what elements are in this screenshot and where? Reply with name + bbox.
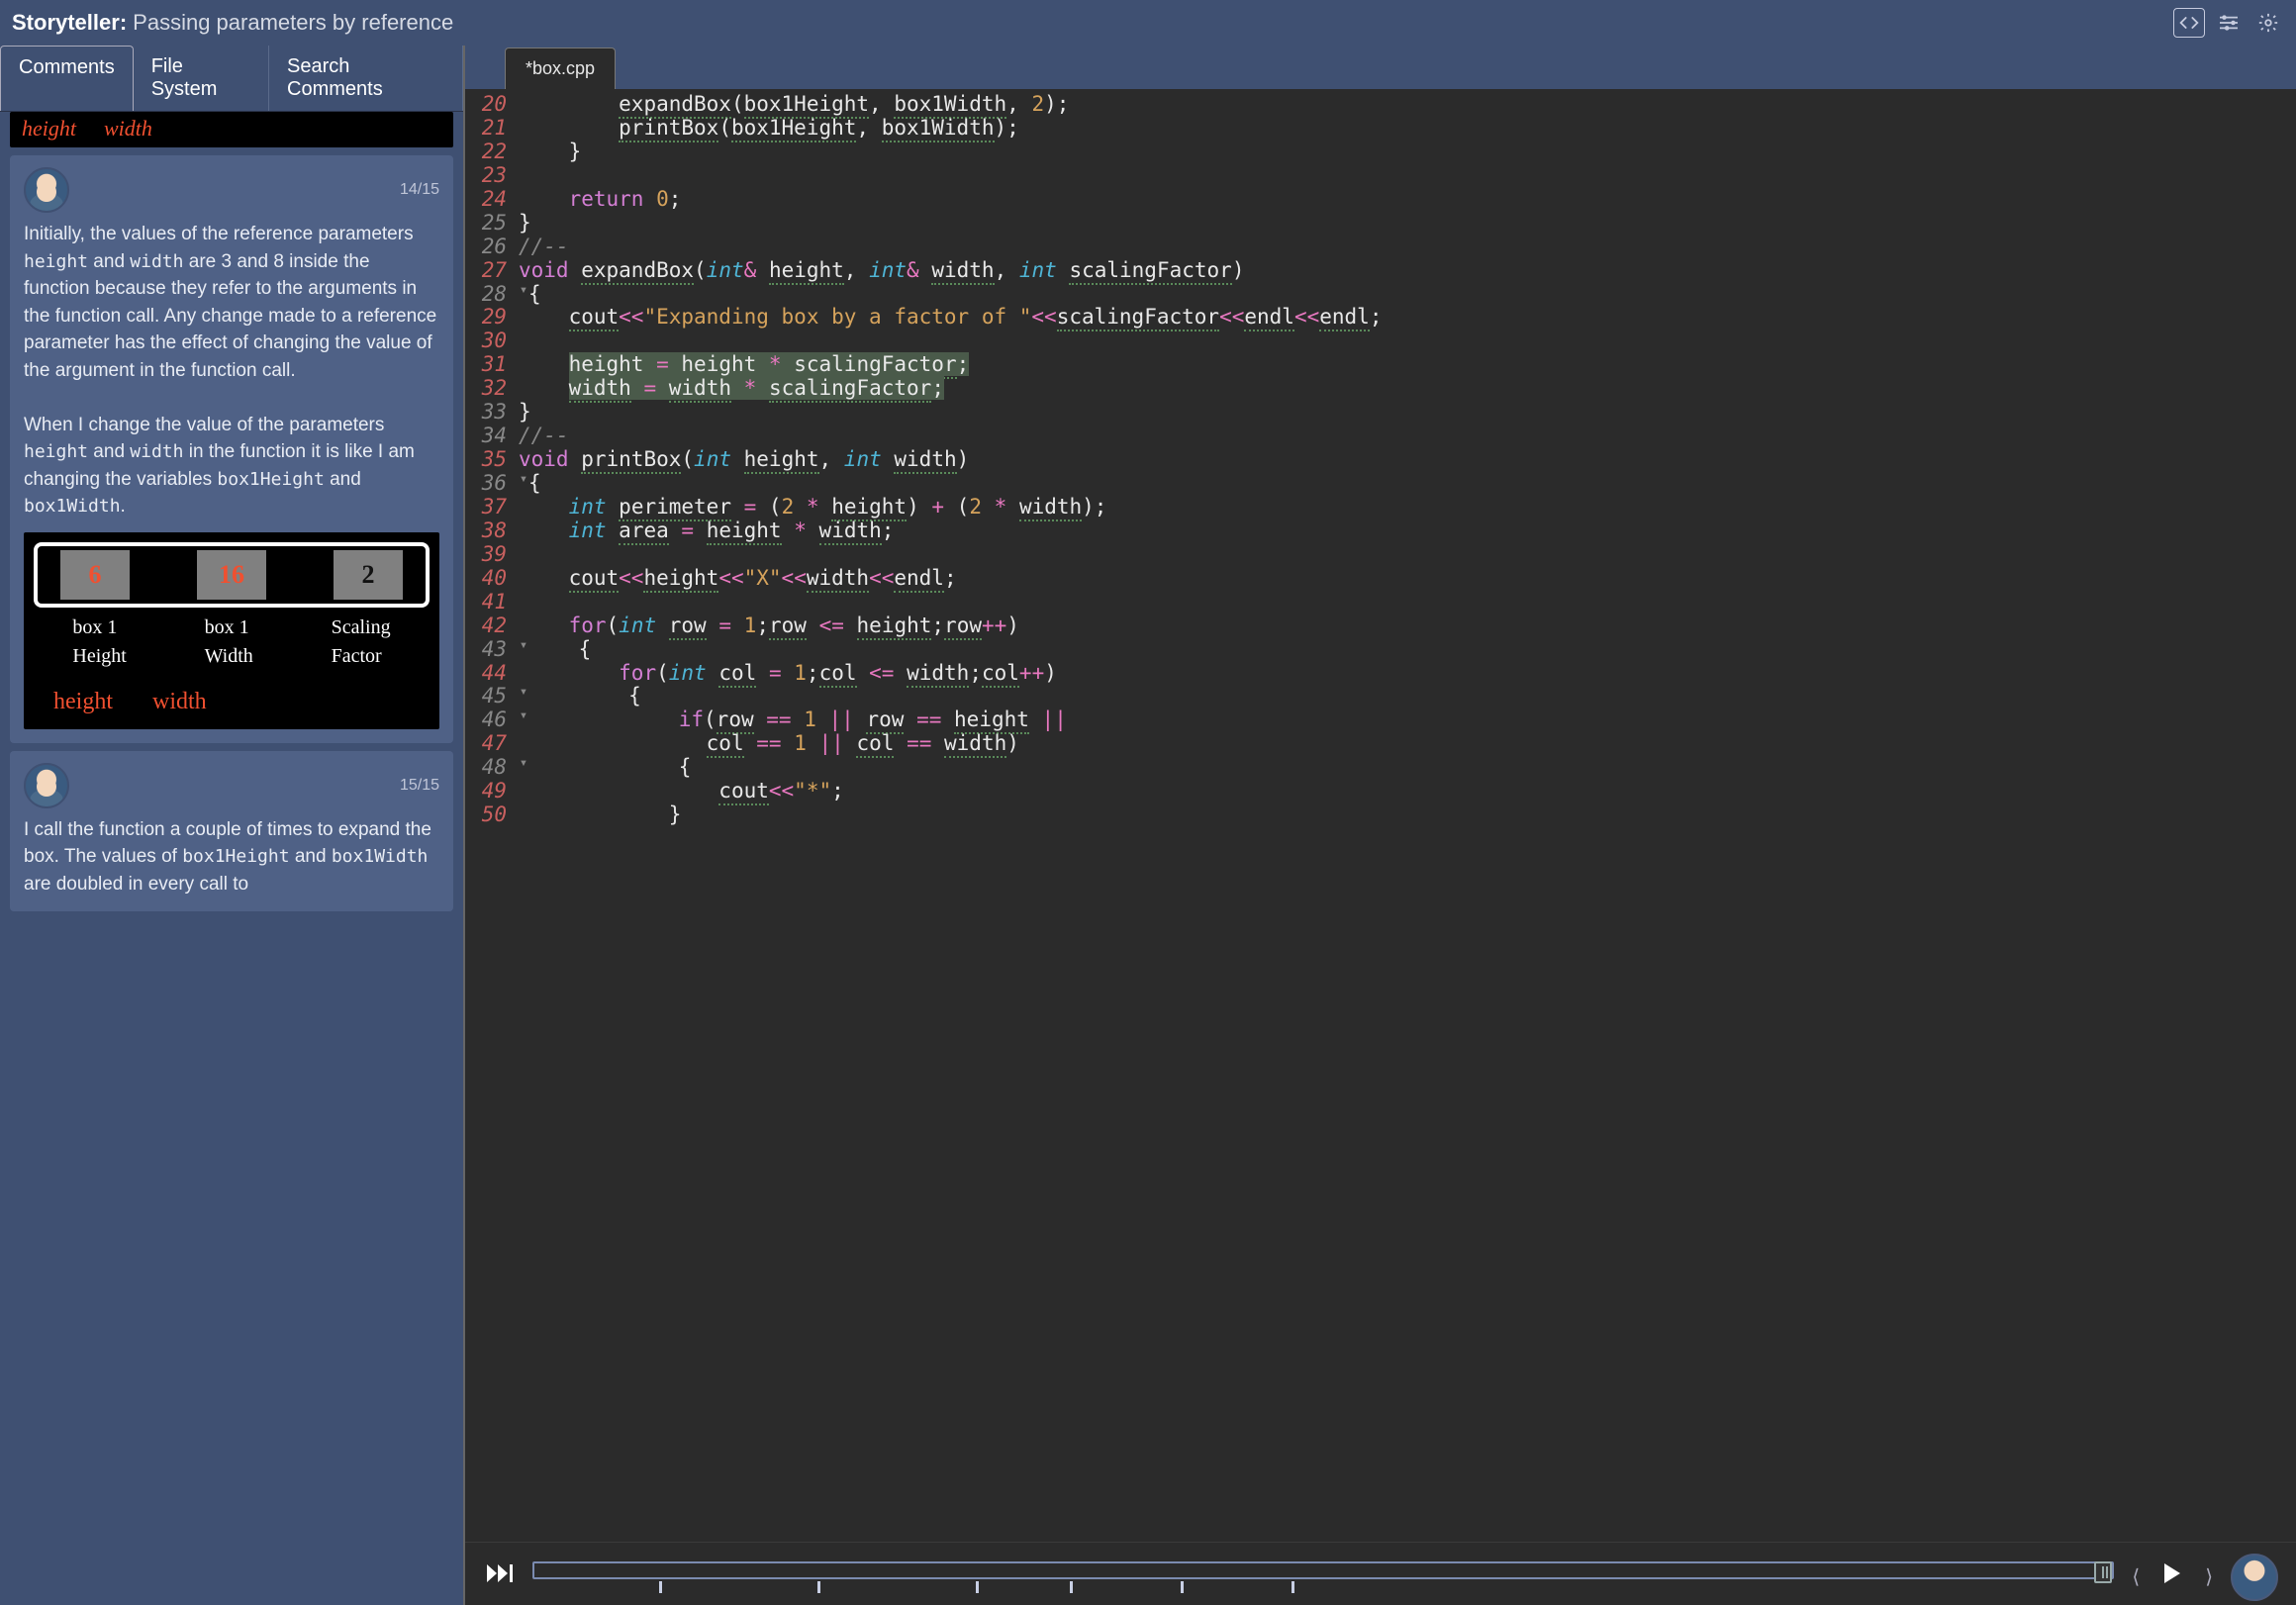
step-forward-button[interactable]: ⟩ (2201, 1560, 2217, 1593)
tab-comments[interactable]: Comments (0, 46, 134, 111)
comment-card-15[interactable]: 15/15 I call the function a couple of ti… (10, 751, 453, 912)
code-editor[interactable]: 20 expandBox(box1Height, box1Width, 2); … (465, 89, 2296, 1542)
right-panel: *box.cpp 20 expandBox(box1Height, box1Wi… (465, 46, 2296, 1605)
play-button[interactable] (2157, 1558, 2187, 1596)
cell-box1height: 6 (60, 550, 130, 600)
avatar (24, 763, 69, 808)
comment-counter: 15/15 (400, 774, 439, 797)
cell-scaling: 2 (334, 550, 403, 600)
sketch-fragment: heightwidth (10, 112, 453, 147)
memory-sketch: 6 16 2 box 1Height box 1Width ScalingFac… (24, 532, 439, 729)
avatar (24, 167, 69, 213)
left-panel: Comments File System Search Comments hei… (0, 46, 465, 1605)
app-name: Storyteller: (12, 10, 127, 36)
author-avatar[interactable] (2231, 1554, 2278, 1601)
cell-box1width: 16 (197, 550, 266, 600)
tab-filesystem[interactable]: File System (134, 46, 269, 111)
slider-thumb[interactable] (2094, 1561, 2112, 1583)
comment-text: I call the function a couple of times to… (24, 816, 439, 898)
settings-sliders-icon[interactable] (2213, 8, 2245, 38)
skip-forward-button[interactable] (483, 1558, 519, 1595)
playback-bar: ⟨ ⟩ (465, 1542, 2296, 1605)
editor-tabbar: *box.cpp (465, 46, 2296, 89)
left-tabbar: Comments File System Search Comments (0, 46, 463, 112)
app-header: Storyteller: Passing parameters by refer… (0, 0, 2296, 46)
comment-text: When I change the value of the parameter… (24, 412, 439, 520)
comment-counter: 14/15 (400, 178, 439, 201)
step-back-button[interactable]: ⟨ (2128, 1560, 2144, 1593)
comment-card-14[interactable]: 14/15 Initially, the values of the refer… (10, 155, 453, 743)
comment-text: Initially, the values of the reference p… (24, 221, 439, 384)
playback-slider[interactable] (532, 1558, 2114, 1597)
tab-search-comments[interactable]: Search Comments (269, 46, 463, 111)
comments-list[interactable]: heightwidth 14/15 Initially, the values … (0, 112, 463, 1605)
page-title: Passing parameters by reference (133, 10, 453, 36)
gear-icon[interactable] (2252, 8, 2284, 38)
tab-box-cpp[interactable]: *box.cpp (505, 47, 616, 89)
code-view-icon[interactable] (2173, 8, 2205, 38)
